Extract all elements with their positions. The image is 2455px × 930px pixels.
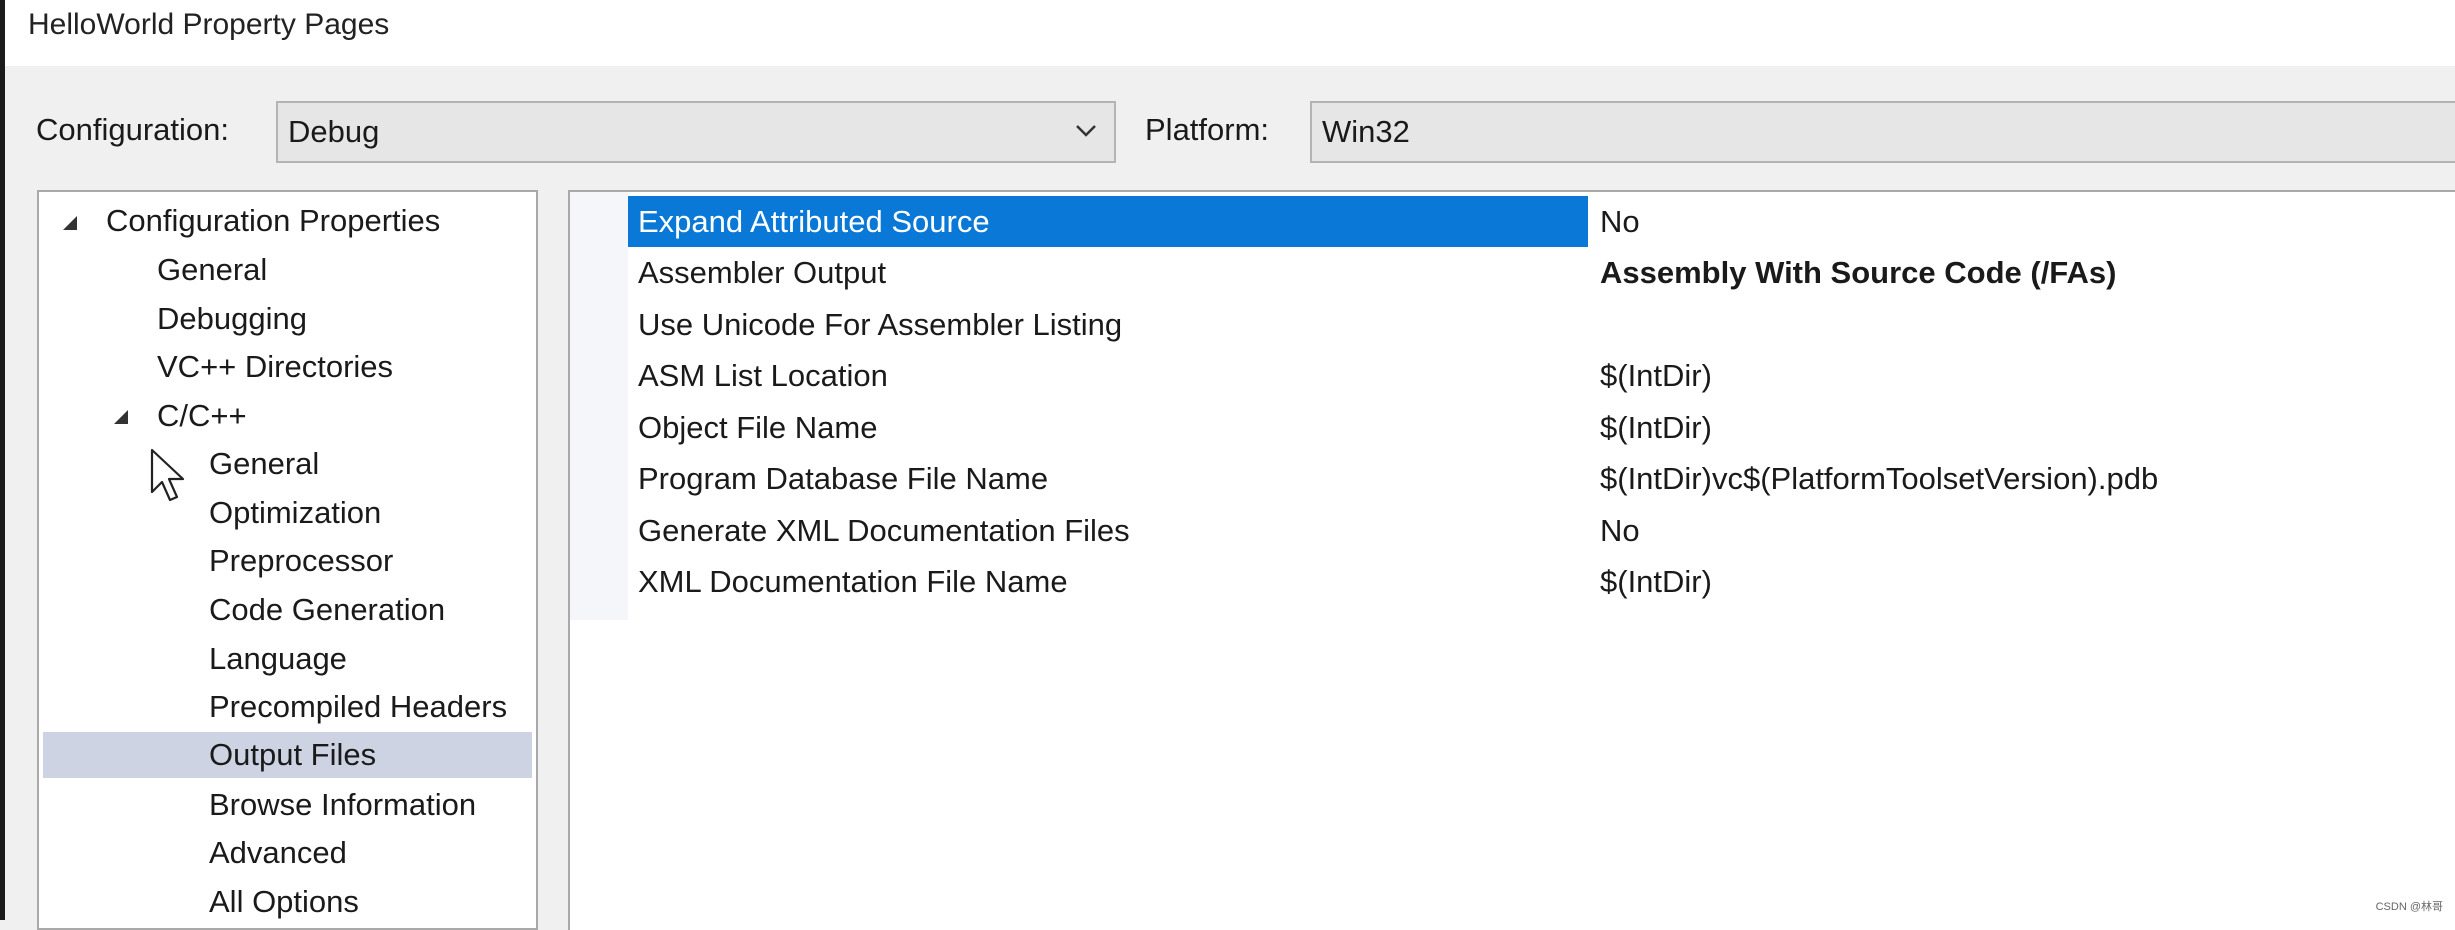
tree-item-cpp-general[interactable]: General <box>209 441 319 487</box>
property-value[interactable]: $(IntDir) <box>1600 350 1712 401</box>
property-row[interactable]: Assembler Output Assembly With Source Co… <box>628 247 2455 298</box>
window-title: HelloWorld Property Pages <box>28 8 390 41</box>
configuration-combobox[interactable]: Debug <box>276 101 1116 163</box>
property-name[interactable]: Use Unicode For Assembler Listing <box>628 299 1588 350</box>
platform-value: Win32 <box>1322 114 1410 149</box>
property-name[interactable]: XML Documentation File Name <box>628 556 1588 607</box>
tree-item-optimization[interactable]: Optimization <box>209 490 381 536</box>
property-name[interactable]: Object File Name <box>628 402 1588 453</box>
tree-item-debugging[interactable]: Debugging <box>157 296 307 342</box>
property-value[interactable]: No <box>1600 196 1640 247</box>
tree-item-advanced[interactable]: Advanced <box>209 830 347 876</box>
tree-item-vc-directories[interactable]: VC++ Directories <box>157 344 393 390</box>
property-value[interactable]: No <box>1600 505 1640 556</box>
platform-combobox[interactable]: Win32 <box>1310 101 2455 163</box>
tree-item-configuration-properties[interactable]: Configuration Properties <box>106 198 440 244</box>
property-value[interactable]: Assembly With Source Code (/FAs) <box>1600 247 2116 298</box>
tree-item-output-files[interactable]: Output Files <box>43 732 532 778</box>
property-row[interactable]: Use Unicode For Assembler Listing <box>628 299 2455 350</box>
tree-item-browse-information[interactable]: Browse Information <box>209 782 476 828</box>
property-grid[interactable]: Expand Attributed Source No Assembler Ou… <box>568 190 2455 930</box>
property-row[interactable]: Expand Attributed Source No <box>628 196 2455 247</box>
property-value[interactable]: $(IntDir) <box>1600 556 1712 607</box>
property-row[interactable]: XML Documentation File Name $(IntDir) <box>628 556 2455 607</box>
watermark: CSDN @林哥 <box>2375 901 2443 913</box>
tree-item-preprocessor[interactable]: Preprocessor <box>209 538 393 584</box>
property-row[interactable]: Object File Name $(IntDir) <box>628 402 2455 453</box>
platform-label: Platform: <box>1145 112 1270 147</box>
property-row[interactable]: Program Database File Name $(IntDir)vc$(… <box>628 453 2455 504</box>
property-row[interactable]: ASM List Location $(IntDir) <box>628 350 2455 401</box>
property-value[interactable]: $(IntDir)vc$(PlatformToolsetVersion).pdb <box>1600 453 2158 504</box>
tree-item-precompiled-headers[interactable]: Precompiled Headers <box>209 684 507 730</box>
mouse-cursor-icon <box>150 448 185 502</box>
property-name[interactable]: Expand Attributed Source <box>628 196 1588 247</box>
property-name[interactable]: Generate XML Documentation Files <box>628 505 1588 556</box>
expanded-triangle-icon[interactable] <box>63 216 77 230</box>
configuration-label: Configuration: <box>36 112 230 147</box>
property-tree[interactable]: Configuration Properties General Debuggi… <box>37 190 538 930</box>
grid-gutter <box>570 192 628 620</box>
chevron-down-icon[interactable] <box>1072 117 1100 145</box>
tree-item-code-generation[interactable]: Code Generation <box>209 587 445 633</box>
window-edge <box>0 0 5 920</box>
property-value[interactable]: $(IntDir) <box>1600 402 1712 453</box>
tree-item-general[interactable]: General <box>157 247 267 293</box>
property-name[interactable]: Program Database File Name <box>628 453 1588 504</box>
configuration-value: Debug <box>288 114 380 149</box>
tree-item-all-options[interactable]: All Options <box>209 879 359 925</box>
tree-item-language[interactable]: Language <box>209 636 347 682</box>
property-name[interactable]: ASM List Location <box>628 350 1588 401</box>
property-name[interactable]: Assembler Output <box>628 247 1588 298</box>
tree-item-cpp[interactable]: C/C++ <box>157 393 247 439</box>
expanded-triangle-icon[interactable] <box>114 410 128 424</box>
property-row[interactable]: Generate XML Documentation Files No <box>628 505 2455 556</box>
